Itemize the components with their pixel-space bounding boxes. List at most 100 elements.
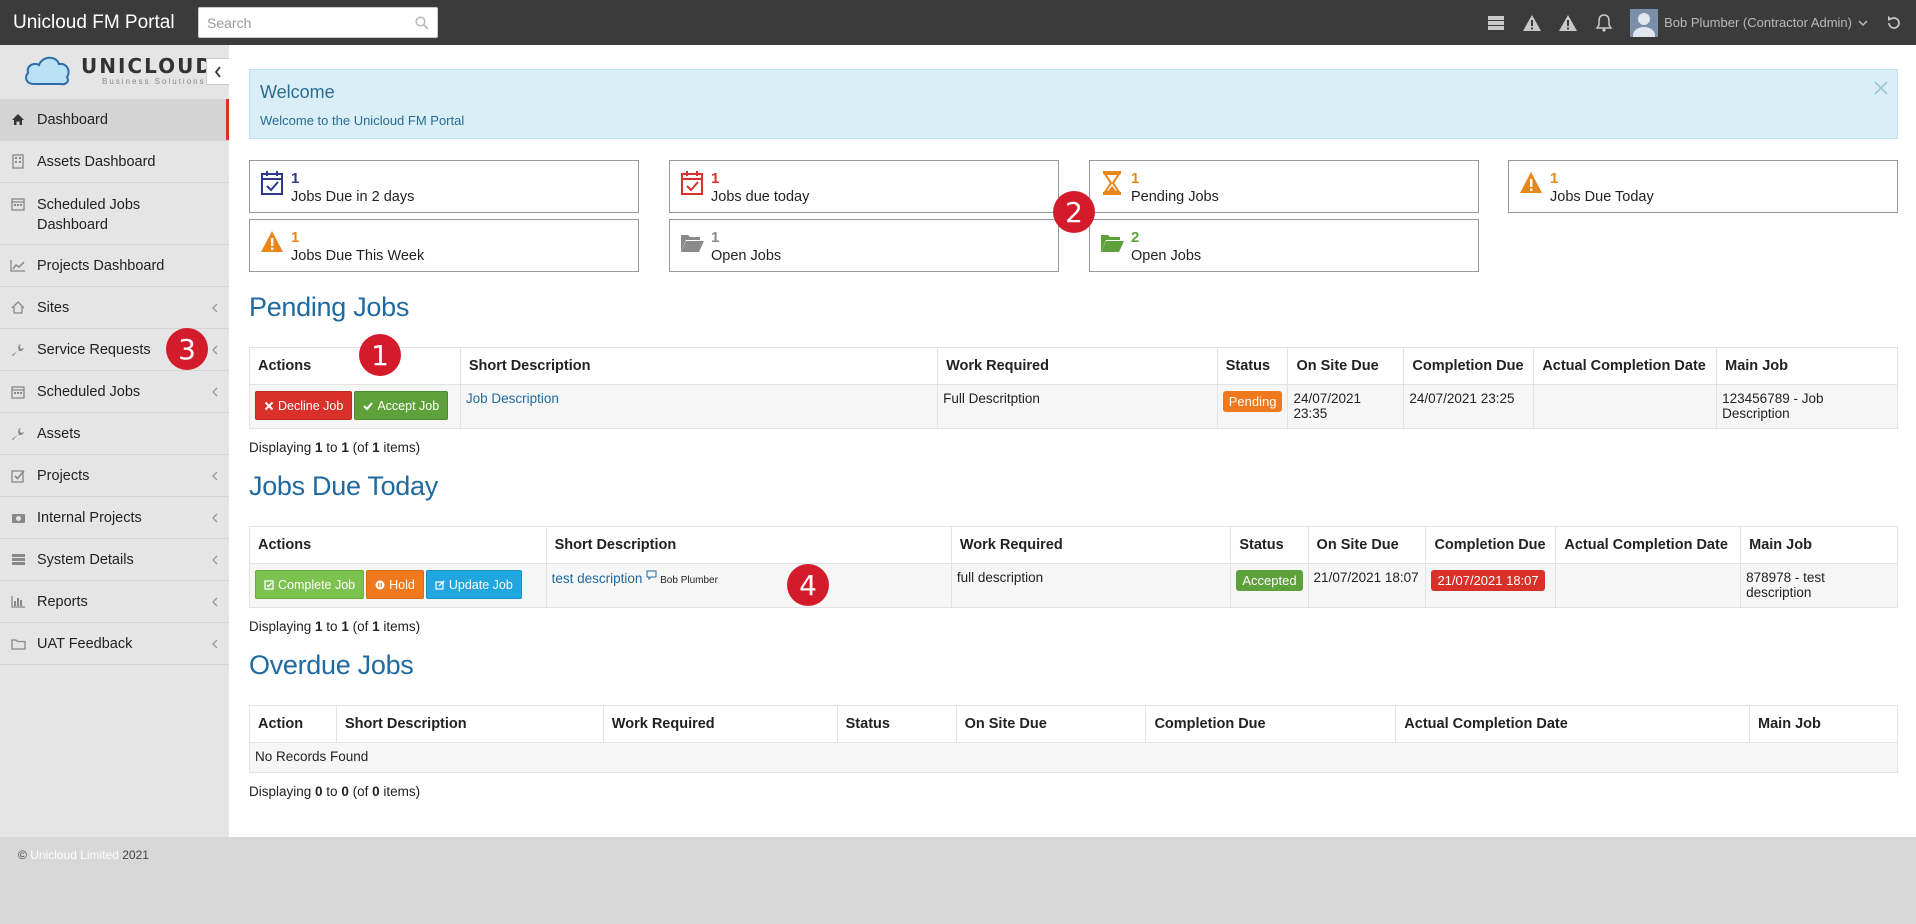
column-header[interactable]: Status bbox=[1216, 347, 1289, 385]
sidebar-item-scheduled-jobs-dashboard[interactable]: Scheduled Jobs Dashboard bbox=[0, 183, 229, 245]
refresh-icon[interactable] bbox=[1882, 11, 1906, 35]
warning-icon[interactable] bbox=[1520, 11, 1544, 35]
comment-author: Bob Plumber bbox=[660, 575, 718, 586]
chevron-down-icon[interactable] bbox=[1858, 19, 1868, 27]
search-icon[interactable] bbox=[415, 15, 429, 30]
summary-text: items) bbox=[379, 784, 421, 799]
actions-cell: Decline Job Accept Job bbox=[249, 384, 461, 429]
sidebar-item-scheduled-jobs[interactable]: Scheduled Jobs bbox=[0, 371, 229, 413]
folder-open-icon bbox=[1101, 235, 1124, 252]
annotation-marker-2: 2 bbox=[1053, 191, 1095, 233]
sidebar-item-reports[interactable]: Reports bbox=[0, 581, 229, 623]
column-header[interactable]: Work Required bbox=[602, 705, 838, 743]
summary-to: 0 bbox=[341, 784, 349, 799]
column-header[interactable]: Short Description bbox=[459, 347, 939, 385]
stat-jobs-due-today-warning[interactable]: 1 Jobs Due Today bbox=[1508, 160, 1898, 213]
summary-total: 1 bbox=[372, 619, 380, 634]
pending-jobs-table: Actions Short Description Work Required … bbox=[249, 347, 1898, 429]
column-header[interactable]: Completion Due bbox=[1145, 705, 1397, 743]
welcome-text: Welcome to the Unicloud FM Portal bbox=[260, 113, 465, 128]
summary-text: Displaying bbox=[249, 619, 316, 634]
column-header[interactable]: Short Description bbox=[335, 705, 604, 743]
column-header[interactable]: On Site Due bbox=[1287, 347, 1405, 385]
column-header: Actions bbox=[249, 347, 461, 385]
chevron-left-icon bbox=[212, 387, 218, 396]
column-header[interactable]: Actual Completion Date bbox=[1395, 705, 1751, 743]
summary-text: items) bbox=[379, 619, 421, 634]
stat-pending-jobs[interactable]: 1 Pending Jobs bbox=[1089, 160, 1479, 213]
work-required-cell: Full Descritption bbox=[937, 384, 1218, 429]
warning-icon[interactable] bbox=[1556, 11, 1580, 35]
sidebar-item-projects-dashboard[interactable]: Projects Dashboard bbox=[0, 245, 229, 287]
column-header[interactable]: Status bbox=[836, 705, 957, 743]
short-description-cell: Job Description bbox=[459, 384, 939, 429]
sidebar-item-assets[interactable]: Assets bbox=[0, 413, 229, 455]
column-header[interactable]: Main Job bbox=[1716, 347, 1898, 385]
stat-jobs-due-today-red[interactable]: 1 Jobs due today bbox=[669, 160, 1059, 213]
column-header[interactable]: Status bbox=[1230, 526, 1309, 564]
column-header[interactable]: Completion Due bbox=[1425, 526, 1557, 564]
column-header[interactable]: Main Job bbox=[1740, 526, 1898, 564]
status-cell: Accepted bbox=[1230, 563, 1309, 608]
sidebar-item-uat-feedback[interactable]: UAT Feedback bbox=[0, 623, 229, 665]
button-label: Update Job bbox=[448, 578, 513, 592]
bell-icon[interactable] bbox=[1592, 11, 1616, 35]
cloud-icon bbox=[25, 56, 70, 86]
column-header[interactable]: On Site Due bbox=[955, 705, 1147, 743]
complete-job-button[interactable]: Complete Job bbox=[255, 570, 365, 599]
sidebar-item-sites[interactable]: Sites bbox=[0, 287, 229, 329]
column-header[interactable]: Main Job bbox=[1749, 705, 1898, 743]
column-header[interactable]: Completion Due bbox=[1403, 347, 1535, 385]
stat-open-jobs-green[interactable]: 2 Open Jobs bbox=[1089, 219, 1479, 272]
accept-job-button[interactable]: Accept Job bbox=[354, 391, 449, 420]
stat-jobs-due-this-week[interactable]: 1 Jobs Due This Week bbox=[249, 219, 639, 272]
summary-text: Displaying bbox=[249, 784, 316, 799]
column-header[interactable]: Actual Completion Date bbox=[1533, 347, 1718, 385]
overdue-jobs-heading: Overdue Jobs bbox=[249, 650, 414, 680]
app-title[interactable]: Unicloud FM Portal bbox=[13, 12, 198, 34]
sidebar-item-assets-dashboard[interactable]: Assets Dashboard bbox=[0, 141, 229, 183]
welcome-alert: Welcome Welcome to the Unicloud FM Porta… bbox=[249, 69, 1898, 139]
server-icon[interactable] bbox=[1484, 11, 1508, 35]
chevron-left-icon bbox=[212, 471, 218, 480]
footer-brand-link[interactable]: Unicloud Limited bbox=[30, 848, 119, 862]
sidebar-item-internal-projects[interactable]: Internal Projects bbox=[0, 497, 229, 539]
actual-completion-cell bbox=[1533, 384, 1718, 429]
user-name[interactable]: Bob Plumber (Contractor Admin) bbox=[1664, 15, 1852, 30]
stat-jobs-due-2-days[interactable]: 1 Jobs Due in 2 days bbox=[249, 160, 639, 213]
user-menu[interactable]: Bob Plumber (Contractor Admin) bbox=[1630, 8, 1868, 37]
no-records-cell: No Records Found bbox=[249, 742, 1898, 773]
stat-count: 1 bbox=[711, 229, 720, 246]
table-row: No Records Found bbox=[249, 742, 1898, 773]
stat-open-jobs-grey[interactable]: 1 Open Jobs bbox=[669, 219, 1059, 272]
sidebar-item-dashboard[interactable]: Dashboard bbox=[0, 99, 229, 141]
completion-due-cell: 24/07/2021 23:25 bbox=[1403, 384, 1535, 429]
column-header[interactable]: On Site Due bbox=[1307, 526, 1427, 564]
summary-from: 1 bbox=[315, 440, 323, 455]
column-header[interactable]: Work Required bbox=[937, 347, 1218, 385]
column-header[interactable]: Actual Completion Date bbox=[1555, 526, 1742, 564]
summary-to: 1 bbox=[341, 619, 349, 634]
update-job-button[interactable]: Update Job bbox=[425, 570, 522, 599]
close-icon[interactable] bbox=[1873, 80, 1889, 96]
table-header-row: Actions Short Description Work Required … bbox=[249, 526, 1898, 564]
decline-job-button[interactable]: Decline Job bbox=[255, 391, 353, 420]
sidebar-item-label: Projects Dashboard bbox=[37, 257, 165, 274]
test-description-link[interactable]: test description bbox=[552, 571, 643, 586]
overdue-display-summary: Displaying 0 to 0 (of 0 items) bbox=[249, 784, 420, 799]
sidebar-item-system-details[interactable]: System Details bbox=[0, 539, 229, 581]
sidebar-item-projects[interactable]: Projects bbox=[0, 455, 229, 497]
search-box[interactable] bbox=[198, 7, 438, 38]
logo-tagline: Business Solutions bbox=[102, 77, 206, 86]
summary-from: 1 bbox=[315, 619, 323, 634]
sidebar-nav: Dashboard Assets Dashboard Scheduled Job… bbox=[0, 99, 229, 665]
logo[interactable]: UNICLOUD Business Solutions bbox=[22, 49, 222, 91]
column-header: Actions bbox=[249, 526, 547, 564]
column-header[interactable]: Short Description bbox=[545, 526, 952, 564]
avatar[interactable] bbox=[1630, 8, 1659, 37]
job-description-link[interactable]: Job Description bbox=[466, 391, 559, 406]
column-header[interactable]: Work Required bbox=[950, 526, 1232, 564]
sidebar-collapse-button[interactable] bbox=[206, 58, 229, 85]
search-input[interactable] bbox=[207, 14, 415, 31]
hold-button[interactable]: Hold bbox=[366, 570, 424, 599]
